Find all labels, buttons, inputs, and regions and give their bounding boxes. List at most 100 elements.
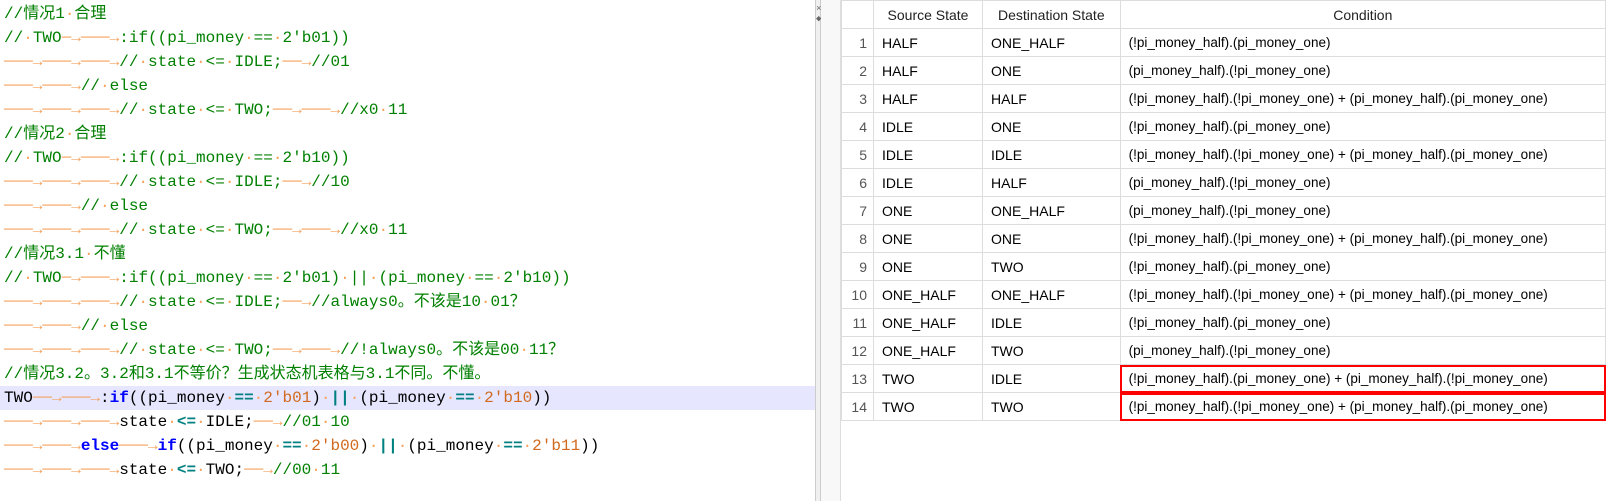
col-condition[interactable]: Condition: [1120, 1, 1605, 29]
code-line[interactable]: ───→───→───→//·state·<=·TWO;──→───→//x0·…: [0, 218, 815, 242]
cell-condition: (pi_money_half).(!pi_money_one): [1120, 57, 1605, 85]
code-line[interactable]: //情况1·合理: [0, 2, 815, 26]
cell-source-state: IDLE: [874, 113, 983, 141]
table-row[interactable]: 5IDLEIDLE(!pi_money_half).(!pi_money_one…: [842, 141, 1606, 169]
fsm-table-panel: Source State Destination State Condition…: [841, 0, 1606, 501]
cell-condition: (!pi_money_half).(pi_money_one): [1120, 309, 1605, 337]
table-row[interactable]: 9ONETWO(!pi_money_half).(pi_money_one): [842, 253, 1606, 281]
cell-condition: (pi_money_half).(!pi_money_one): [1120, 197, 1605, 225]
table-row[interactable]: 13TWOIDLE(!pi_money_half).(pi_money_one)…: [842, 365, 1606, 393]
row-number: 3: [842, 85, 874, 113]
code-line[interactable]: ───→───→//·else: [0, 314, 815, 338]
cell-destination-state: IDLE: [983, 141, 1121, 169]
row-number: 7: [842, 197, 874, 225]
code-line[interactable]: ───→───→───→//·state·<=·TWO;──→───→//!al…: [0, 338, 815, 362]
cell-source-state: ONE: [874, 225, 983, 253]
code-line[interactable]: ───→───→//·else: [0, 74, 815, 98]
code-line[interactable]: //情况3.2。3.2和3.1不等价？生成状态机表格与3.1不同。不懂。: [0, 362, 815, 386]
cell-condition: (!pi_money_half).(!pi_money_one) + (pi_m…: [1120, 85, 1605, 113]
code-line[interactable]: ───→───→//·else: [0, 194, 815, 218]
row-number: 12: [842, 337, 874, 365]
fsm-table[interactable]: Source State Destination State Condition…: [841, 0, 1606, 421]
cell-destination-state: TWO: [983, 253, 1121, 281]
cell-source-state: ONE_HALF: [874, 309, 983, 337]
cell-destination-state: ONE_HALF: [983, 281, 1121, 309]
row-number: 4: [842, 113, 874, 141]
cell-source-state: IDLE: [874, 169, 983, 197]
cell-destination-state: HALF: [983, 85, 1121, 113]
panel-gutter: [821, 0, 841, 501]
cell-source-state: ONE: [874, 253, 983, 281]
code-line[interactable]: ───→───→───→state·<=·IDLE;──→//01·10: [0, 410, 815, 434]
cell-destination-state: ONE_HALF: [983, 29, 1121, 57]
code-line[interactable]: //情况3.1·不懂: [0, 242, 815, 266]
corner-cell: [842, 1, 874, 29]
row-number: 8: [842, 225, 874, 253]
row-number: 10: [842, 281, 874, 309]
table-row[interactable]: 11ONE_HALFIDLE(!pi_money_half).(pi_money…: [842, 309, 1606, 337]
cell-destination-state: IDLE: [983, 365, 1121, 393]
col-source-state[interactable]: Source State: [874, 1, 983, 29]
cell-source-state: ONE: [874, 197, 983, 225]
code-line[interactable]: //·TWO─→───→:if((pi_money·==·2'b10)): [0, 146, 815, 170]
code-editor[interactable]: //情况1·合理//·TWO─→───→:if((pi_money·==·2'b…: [0, 0, 815, 501]
code-line[interactable]: ───→───→───→//·state·<=·IDLE;──→//01: [0, 50, 815, 74]
cell-destination-state: ONE: [983, 57, 1121, 85]
cell-source-state: HALF: [874, 57, 983, 85]
row-number: 11: [842, 309, 874, 337]
cell-source-state: TWO: [874, 393, 983, 421]
cell-condition: (!pi_money_half).(pi_money_one): [1120, 113, 1605, 141]
cell-source-state: IDLE: [874, 141, 983, 169]
table-row[interactable]: 14TWOTWO(!pi_money_half).(!pi_money_one)…: [842, 393, 1606, 421]
code-line[interactable]: ───→───→───→state·<=·TWO;──→//00·11: [0, 458, 815, 482]
row-number: 9: [842, 253, 874, 281]
cell-destination-state: IDLE: [983, 309, 1121, 337]
table-row[interactable]: 3HALFHALF(!pi_money_half).(!pi_money_one…: [842, 85, 1606, 113]
cell-destination-state: HALF: [983, 169, 1121, 197]
cell-condition: (!pi_money_half).(pi_money_one): [1120, 29, 1605, 57]
cell-destination-state: ONE: [983, 225, 1121, 253]
table-row[interactable]: 8ONEONE(!pi_money_half).(!pi_money_one) …: [842, 225, 1606, 253]
code-line[interactable]: TWO──→───→:if((pi_money·==·2'b01)·||·(pi…: [0, 386, 815, 410]
cell-condition: (pi_money_half).(!pi_money_one): [1120, 169, 1605, 197]
code-line[interactable]: ───→───→───→//·state·<=·IDLE;──→//10: [0, 170, 815, 194]
row-number: 13: [842, 365, 874, 393]
table-header-row: Source State Destination State Condition: [842, 1, 1606, 29]
cell-source-state: HALF: [874, 29, 983, 57]
cell-condition: (!pi_money_half).(!pi_money_one) + (pi_m…: [1120, 225, 1605, 253]
cell-condition: (!pi_money_half).(!pi_money_one) + (pi_m…: [1120, 281, 1605, 309]
close-icon[interactable]: ×: [816, 4, 820, 14]
col-destination-state[interactable]: Destination State: [983, 1, 1121, 29]
pin-icon[interactable]: ◆: [816, 14, 820, 24]
cell-destination-state: ONE_HALF: [983, 197, 1121, 225]
table-row[interactable]: 10ONE_HALFONE_HALF(!pi_money_half).(!pi_…: [842, 281, 1606, 309]
cell-source-state: HALF: [874, 85, 983, 113]
row-number: 6: [842, 169, 874, 197]
cell-destination-state: ONE: [983, 113, 1121, 141]
row-number: 2: [842, 57, 874, 85]
cell-destination-state: TWO: [983, 393, 1121, 421]
code-line[interactable]: ───→───→───→//·state·<=·IDLE;──→//always…: [0, 290, 815, 314]
table-row[interactable]: 12ONE_HALFTWO(pi_money_half).(!pi_money_…: [842, 337, 1606, 365]
table-row[interactable]: 7ONEONE_HALF(pi_money_half).(!pi_money_o…: [842, 197, 1606, 225]
cell-source-state: ONE_HALF: [874, 337, 983, 365]
cell-destination-state: TWO: [983, 337, 1121, 365]
code-line[interactable]: //·TWO─→───→:if((pi_money·==·2'b01)): [0, 26, 815, 50]
cell-condition: (!pi_money_half).(pi_money_one): [1120, 253, 1605, 281]
cell-condition: (!pi_money_half).(!pi_money_one) + (pi_m…: [1120, 393, 1605, 421]
code-line[interactable]: ───→───→───→//·state·<=·TWO;──→───→//x0·…: [0, 98, 815, 122]
row-number: 1: [842, 29, 874, 57]
table-row[interactable]: 1HALFONE_HALF(!pi_money_half).(pi_money_…: [842, 29, 1606, 57]
code-line[interactable]: //·TWO─→───→:if((pi_money·==·2'b01)·||·(…: [0, 266, 815, 290]
cell-condition: (pi_money_half).(!pi_money_one): [1120, 337, 1605, 365]
row-number: 14: [842, 393, 874, 421]
cell-source-state: ONE_HALF: [874, 281, 983, 309]
cell-source-state: TWO: [874, 365, 983, 393]
code-line[interactable]: //情况2·合理: [0, 122, 815, 146]
cell-condition: (!pi_money_half).(!pi_money_one) + (pi_m…: [1120, 141, 1605, 169]
table-row[interactable]: 4IDLEONE(!pi_money_half).(pi_money_one): [842, 113, 1606, 141]
row-number: 5: [842, 141, 874, 169]
table-row[interactable]: 6IDLEHALF(pi_money_half).(!pi_money_one): [842, 169, 1606, 197]
code-line[interactable]: ───→───→else───→if((pi_money·==·2'b00)·|…: [0, 434, 815, 458]
table-row[interactable]: 2HALFONE(pi_money_half).(!pi_money_one): [842, 57, 1606, 85]
